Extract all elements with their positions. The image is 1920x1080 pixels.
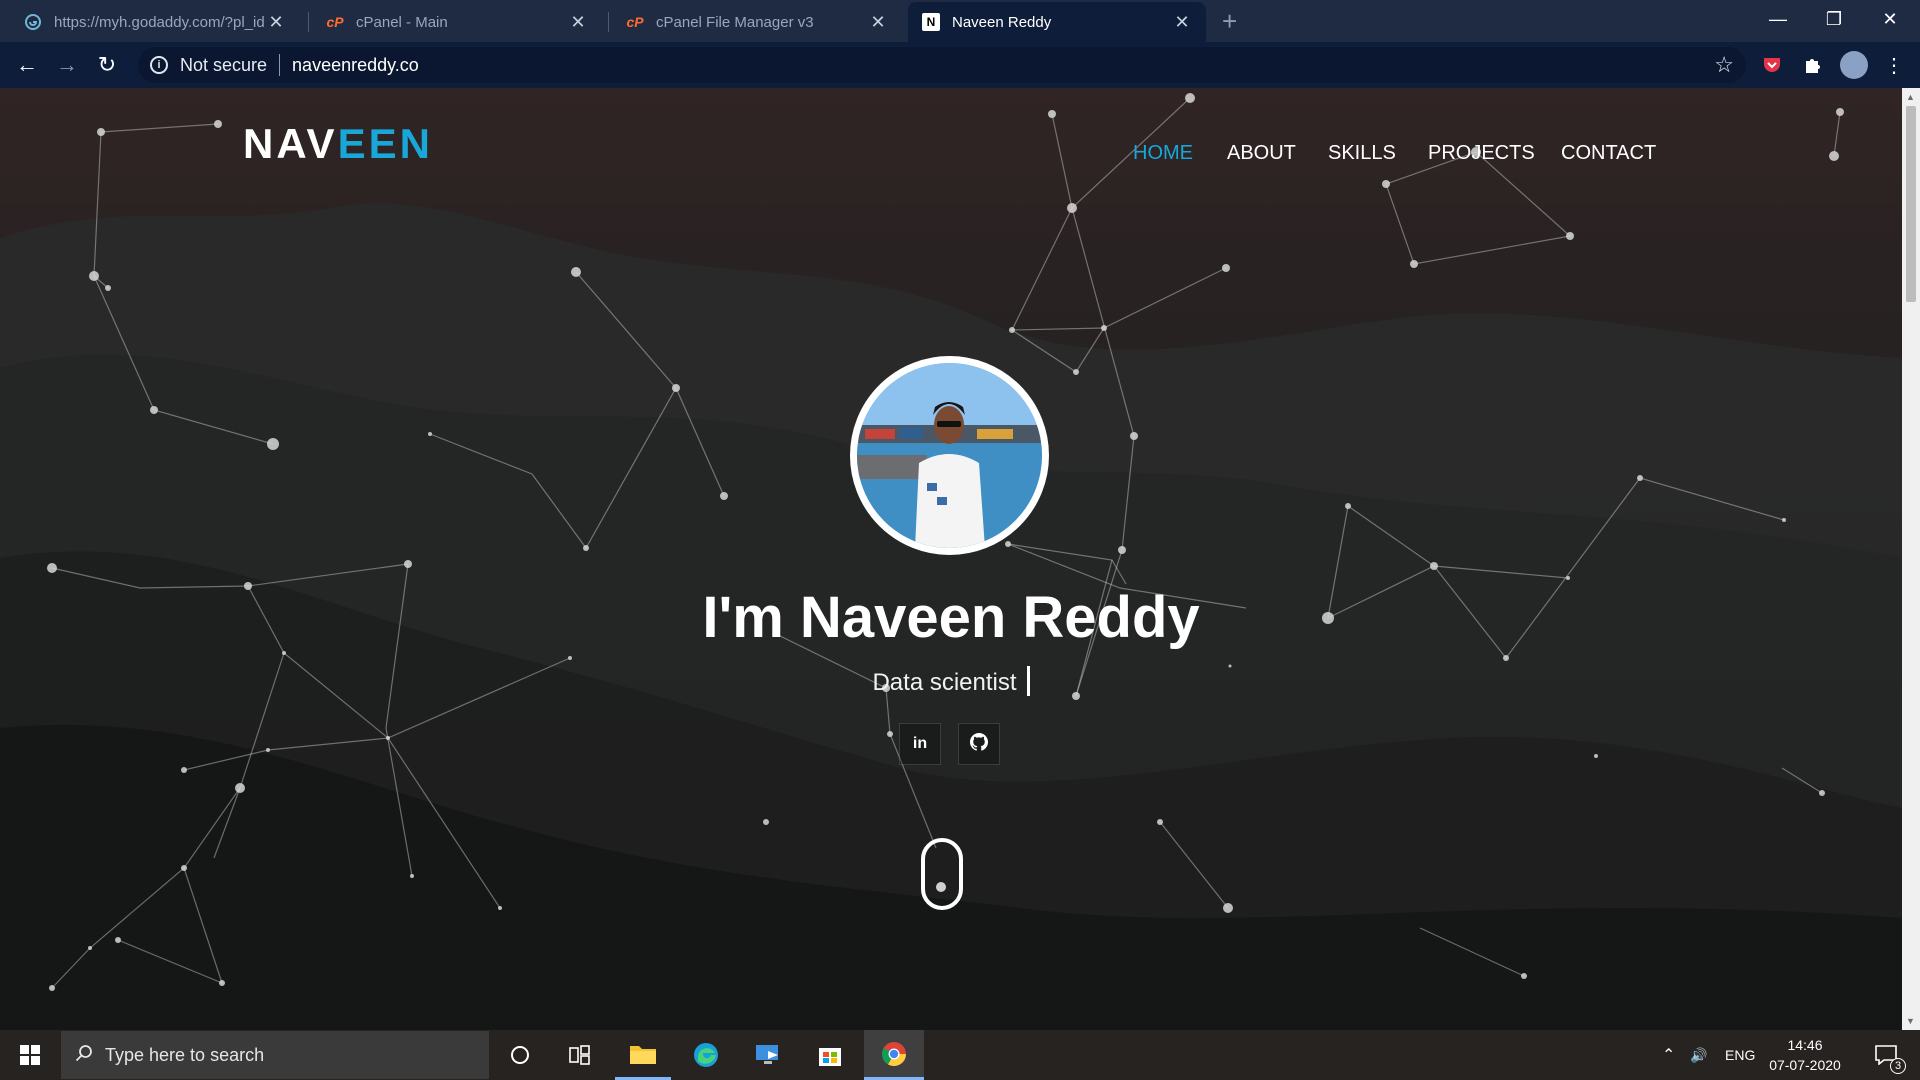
search-placeholder: Type here to search [105,1044,265,1065]
cpanel-icon: cP [626,14,644,30]
forward-button[interactable]: → [52,50,82,80]
scroll-down-indicator[interactable] [921,838,963,910]
nav-about[interactable]: ABOUT [1227,142,1296,165]
nav-contact[interactable]: CONTACT [1561,142,1656,165]
cpanel-icon: cP [326,14,344,30]
menu-kebab-icon[interactable]: ⋮ [1882,53,1906,77]
close-icon[interactable]: ✕ [1172,12,1192,33]
clock[interactable]: 14:46 07-07-2020 [1765,1030,1845,1080]
nav-projects[interactable]: PROJECTS [1428,142,1535,165]
language-indicator[interactable]: ENG [1725,1030,1755,1080]
chrome-taskbar-icon[interactable] [864,1030,924,1080]
hero-tagline-wrap: Data scientist [0,666,1902,697]
profile-avatar-icon[interactable] [1840,51,1868,79]
bookmark-star-icon[interactable]: ☆ [1714,52,1734,78]
new-tab-button[interactable]: + [1222,6,1237,37]
microsoft-store-icon[interactable] [802,1030,858,1080]
nav-skills[interactable]: SKILLS [1328,142,1396,165]
nav-home[interactable]: HOME [1133,142,1193,165]
pocket-extension-icon[interactable] [1760,53,1784,77]
site-logo[interactable]: NAVEEN [243,120,433,168]
edge-browser-icon[interactable] [678,1030,734,1080]
tab-cpanel-main[interactable]: cP cPanel - Main ✕ [312,2,602,42]
address-bar[interactable]: i Not secure naveenreddy.co ☆ [138,47,1746,83]
clock-date: 07-07-2020 [1769,1057,1841,1073]
page-scrollbar[interactable]: ▲ ▼ [1902,88,1920,1030]
volume-icon[interactable]: 🔊 [1690,1030,1707,1080]
linkedin-icon: in [912,735,928,752]
back-button[interactable]: ← [12,50,42,80]
scroll-down-arrow-icon[interactable]: ▼ [1906,1016,1915,1026]
file-explorer-icon[interactable] [615,1030,671,1080]
hero-tagline: Data scientist [872,669,1017,696]
browser-toolbar: ← → ↻ i Not secure naveenreddy.co ☆ ⋮ [0,42,1920,88]
show-hidden-icons[interactable]: ⌃ [1662,1030,1675,1080]
notification-count: 3 [1890,1058,1906,1074]
info-icon[interactable]: i [150,56,168,74]
chevron-up-icon: ⌃ [1662,1047,1676,1064]
close-icon[interactable]: ✕ [266,12,286,33]
tab-title: cPanel File Manager v3 [656,13,814,31]
clock-time: 14:46 [1787,1037,1823,1053]
tab-cpanel-file-manager[interactable]: cP cPanel File Manager v3 ✕ [612,2,902,42]
page-viewport: NAVEEN HOME ABOUT SKILLS PROJECTS CONTAC… [0,88,1902,1030]
notification-center-button[interactable]: 3 [1866,1030,1906,1080]
tab-godaddy[interactable]: https://myh.godaddy.com/?pl_id ✕ [10,2,300,42]
site-n-icon: N [922,13,940,31]
close-window-button[interactable]: ✕ [1862,0,1918,38]
browser-tab-strip: https://myh.godaddy.com/?pl_id ✕ cP cPan… [0,0,1920,42]
logo-highlight: EEN [337,120,433,167]
tab-title: Naveen Reddy [952,13,1052,31]
close-icon[interactable]: ✕ [568,12,588,33]
close-icon[interactable]: ✕ [868,12,888,33]
hero-heading: I'm Naveen Reddy [702,585,1200,650]
godaddy-icon [24,13,42,31]
task-view-icon[interactable] [552,1030,608,1080]
search-icon [75,1044,93,1067]
extensions-puzzle-icon[interactable] [1800,53,1824,77]
restore-button[interactable]: ❐ [1806,0,1862,38]
reload-button[interactable]: ↻ [92,50,122,80]
remote-desktop-icon[interactable] [740,1030,796,1080]
start-button[interactable] [0,1030,60,1080]
linkedin-button[interactable]: in [899,723,941,765]
scrollbar-thumb[interactable] [1906,106,1916,302]
typing-cursor [1026,666,1030,696]
scroll-wheel-dot [936,882,946,892]
profile-photo [850,356,1049,555]
logo-main: NAV [243,120,338,167]
taskbar-search-box[interactable]: Type here to search [61,1031,489,1079]
tab-title: cPanel - Main [356,13,448,31]
minimize-button[interactable]: — [1750,0,1806,38]
github-button[interactable] [958,723,1000,765]
tab-title: https://myh.godaddy.com/?pl_id [54,13,265,31]
windows-taskbar: Type here to search ⌃ 🔊 ENG 14:46 07-07-… [0,1030,1920,1080]
url-text[interactable]: naveenreddy.co [292,55,419,76]
scroll-up-arrow-icon[interactable]: ▲ [1906,92,1915,102]
tab-naveen-reddy[interactable]: N Naveen Reddy ✕ [908,2,1206,42]
security-label[interactable]: Not secure [180,55,267,76]
cortana-icon[interactable] [492,1030,548,1080]
windows-logo-icon [20,1045,40,1065]
github-icon [970,732,989,756]
